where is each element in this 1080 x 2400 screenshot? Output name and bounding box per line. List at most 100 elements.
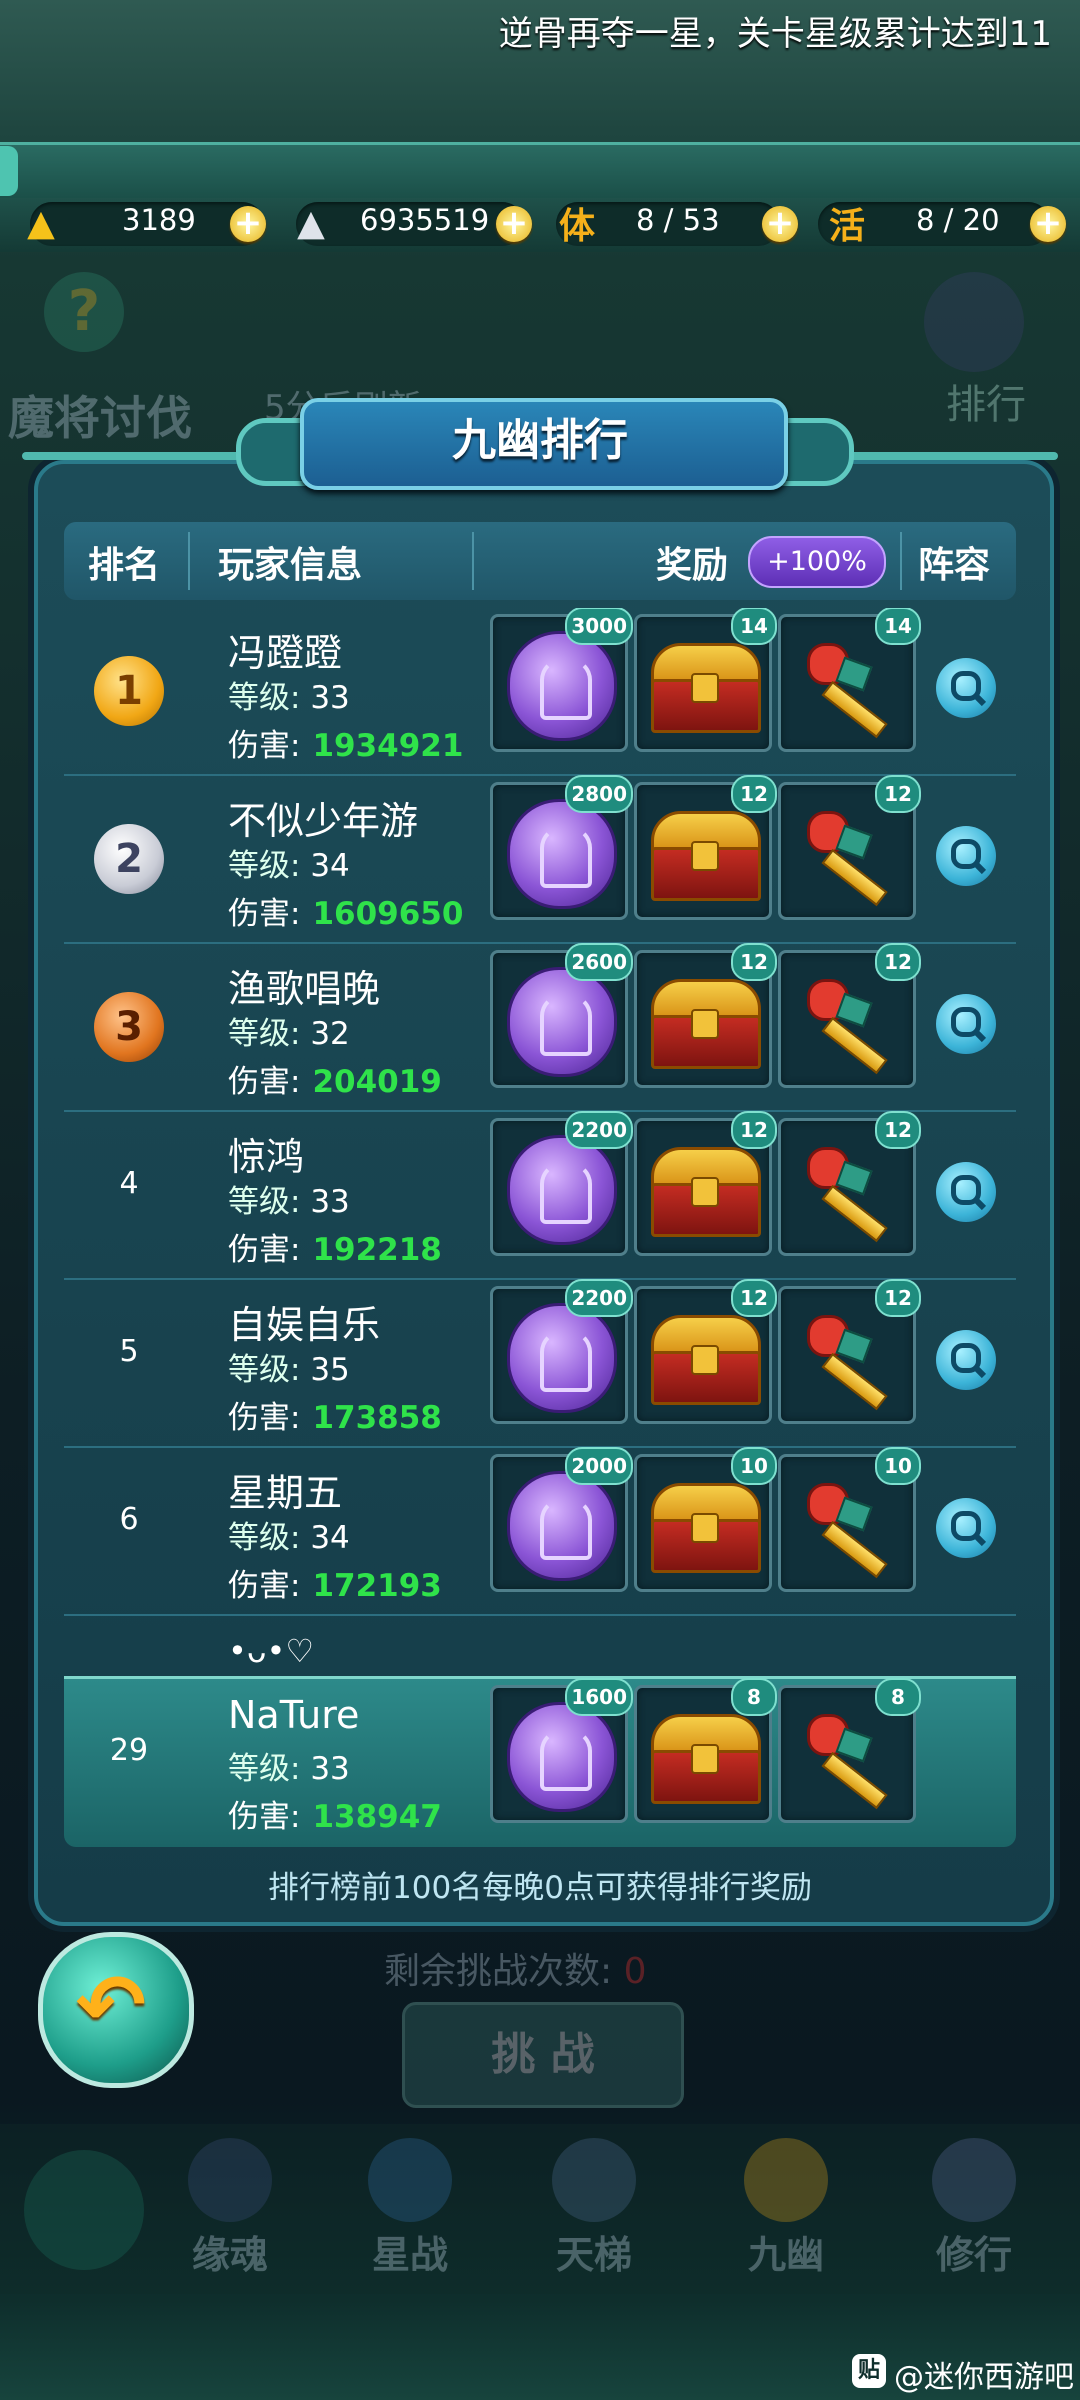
reward-key-slot[interactable]: 12: [778, 943, 921, 1088]
nav-item-jiuyou: 九幽: [726, 2130, 846, 2290]
nav-item-xiuxing: 修行: [914, 2130, 1034, 2290]
watermark-text: @迷你西游吧: [894, 2360, 1074, 2395]
golden-key-icon: [799, 1475, 899, 1579]
coin-count: 2600: [565, 943, 633, 981]
purple-coin-icon: [507, 1303, 617, 1413]
rank-number: 5: [119, 1334, 139, 1369]
view-lineup-button[interactable]: [936, 658, 996, 718]
activity-value: 8 / 20: [916, 203, 1000, 237]
reward-coin-slot[interactable]: 2600: [490, 943, 633, 1088]
reward-chest-slot[interactable]: 14: [634, 608, 777, 752]
challenge-button: 挑 战: [402, 2002, 684, 2108]
reward-note: 排行榜前100名每晚0点可获得排行奖励: [268, 1870, 812, 1906]
ranking-list[interactable]: 1 冯蹬蹬 等级: 33 伤害: 1934921 3000 14 14 2 不似少年游 等级: 34…: [64, 608, 1016, 1668]
view-lineup-button[interactable]: [936, 994, 996, 1054]
chest-count: 12: [731, 775, 777, 813]
yuanhun-icon: [188, 2138, 272, 2222]
reward-coin-slot[interactable]: 1600: [490, 1678, 633, 1823]
chest-count: 12: [731, 1279, 777, 1317]
coin-count: 2200: [565, 1279, 633, 1317]
key-count: 12: [875, 1279, 921, 1317]
remaining-attempts-label: 剩余挑战次数: 0: [384, 1951, 647, 1992]
help-button: ?: [44, 272, 124, 352]
reward-coin-slot[interactable]: 3000: [490, 608, 633, 752]
coin-count: 3000: [565, 608, 633, 645]
rank-number: 4: [119, 1166, 139, 1201]
ranking-row: 1 冯蹬蹬 等级: 33 伤害: 1934921 3000 14 14: [64, 608, 1016, 776]
reward-chest-slot[interactable]: 12: [634, 775, 777, 920]
player-level: 等级: 35: [228, 1352, 350, 1388]
header-divider: [900, 532, 902, 590]
player-damage: 伤害: 1934921: [228, 728, 464, 764]
view-lineup-button[interactable]: [936, 1162, 996, 1222]
reward-chest-slot[interactable]: 8: [634, 1678, 777, 1823]
reward-chest-slot[interactable]: 12: [634, 943, 777, 1088]
reward-key-slot[interactable]: 10: [778, 1447, 921, 1592]
purple-coin-icon: [507, 631, 617, 741]
reward-bonus-badge: +100%: [748, 536, 886, 588]
add-gold-button[interactable]: +: [230, 206, 266, 242]
marquee-cap: [0, 146, 18, 196]
stamina-icon: 体: [558, 206, 595, 247]
nav-item-xingzhan: 星战: [350, 2130, 470, 2290]
reward-coin-slot[interactable]: 2200: [490, 1279, 633, 1424]
reward-key-slot[interactable]: 8: [778, 1678, 921, 1823]
reward-chest-slot[interactable]: 10: [634, 1447, 777, 1592]
view-lineup-button[interactable]: [936, 1330, 996, 1390]
reward-coin-slot[interactable]: 2200: [490, 1111, 633, 1256]
reward-coin-slot[interactable]: 2800: [490, 775, 633, 920]
add-activity-button[interactable]: +: [1030, 206, 1066, 242]
rank-number: 6: [119, 1502, 139, 1537]
chest-count: 8: [731, 1678, 777, 1716]
nav-item-tianti: 天梯: [534, 2130, 654, 2290]
silver-medal-icon: 2: [94, 824, 164, 894]
ranking-row: 6 星期五 等级: 34 伤害: 172193 2000 10 10: [64, 1447, 1016, 1616]
header-divider: [472, 532, 474, 590]
key-count: 12: [875, 943, 921, 981]
gold-value: 3189: [122, 203, 196, 237]
player-level: 等级: 34: [228, 1520, 350, 1556]
header-player: 玩家信息: [218, 545, 363, 586]
player-name: 星期五: [228, 1471, 343, 1515]
golden-key-icon: [799, 1307, 899, 1411]
marquee-text: 逆骨再夺一星，关卡星级累计达到11: [498, 14, 1052, 54]
rank-icon: [924, 272, 1024, 372]
nav-item-yuanhun: 缘魂: [170, 2130, 290, 2290]
reward-key-slot[interactable]: 12: [778, 775, 921, 920]
announcement-marquee: [0, 142, 1080, 204]
activity-icon: 活: [828, 206, 865, 247]
purple-coin-icon: [507, 967, 617, 1077]
header-lineup: 阵容: [918, 545, 991, 586]
purple-coin-icon: [507, 1702, 617, 1812]
silver-ingot-icon: ▲: [297, 202, 325, 244]
player-name: NaTure: [228, 1693, 360, 1737]
player-level: 等级: 33: [228, 1184, 350, 1220]
header-rank: 排名: [88, 545, 161, 586]
coin-count: 1600: [565, 1678, 633, 1716]
reward-chest-slot[interactable]: 12: [634, 1111, 777, 1256]
tianti-icon: [552, 2138, 636, 2222]
partial-row-name: •ᴗ•♡: [228, 1632, 315, 1670]
player-damage: 伤害: 192218: [228, 1232, 442, 1268]
key-count: 12: [875, 1111, 921, 1149]
coin-count: 2800: [565, 775, 633, 813]
bronze-medal-icon: 3: [94, 992, 164, 1062]
add-stamina-button[interactable]: +: [762, 206, 798, 242]
player-level: 等级: 34: [228, 848, 350, 884]
reward-key-slot[interactable]: 12: [778, 1111, 921, 1256]
view-lineup-button[interactable]: [936, 1498, 996, 1558]
rank-number: 29: [109, 1733, 149, 1768]
reward-key-slot[interactable]: 14: [778, 608, 921, 752]
stamina-value: 8 / 53: [636, 203, 720, 237]
player-name: 不似少年游: [228, 799, 419, 843]
purple-coin-icon: [507, 1135, 617, 1245]
my-rank-row: 29 NaTure 等级: 33 伤害: 138947 1600 8 8: [64, 1676, 1016, 1847]
player-name: 渔歌唱晚: [228, 967, 381, 1011]
reward-chest-slot[interactable]: 12: [634, 1279, 777, 1424]
reward-key-slot[interactable]: 12: [778, 1279, 921, 1424]
add-silver-button[interactable]: +: [496, 206, 532, 242]
treasure-chest-icon: [651, 1714, 761, 1804]
reward-coin-slot[interactable]: 2000: [490, 1447, 633, 1592]
view-lineup-button[interactable]: [936, 826, 996, 886]
key-count: 14: [875, 608, 921, 645]
